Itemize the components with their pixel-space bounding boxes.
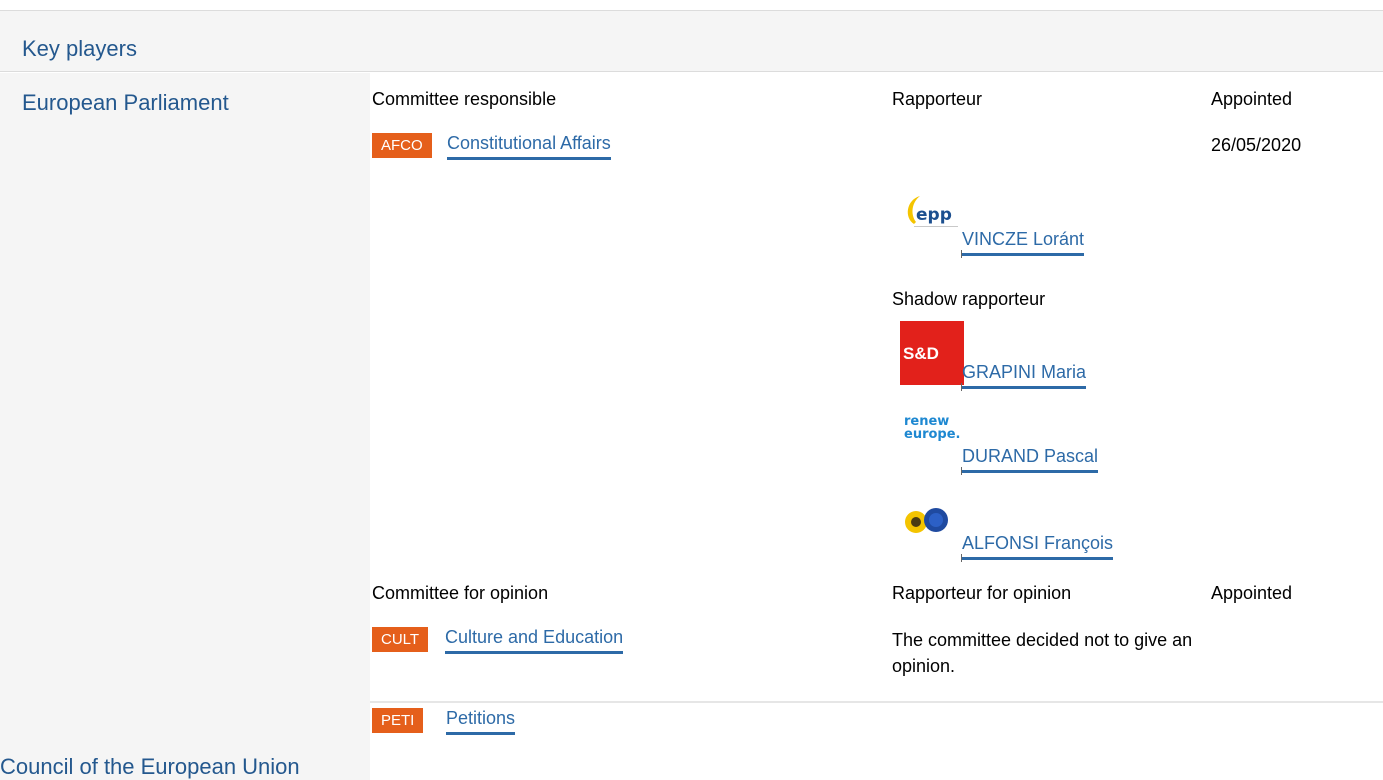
shadow-link-alfonsi[interactable]: ALFONSI François <box>962 533 1114 560</box>
header-committee-responsible: Committee responsible <box>372 89 557 109</box>
committee-link-constitutional-affairs[interactable]: Constitutional Affairs <box>447 133 611 160</box>
key-players-panel: Key players European Parliament Council … <box>0 0 1383 780</box>
institution-council[interactable]: Council of the European Union <box>0 754 300 780</box>
s-and-d-logo-icon: S&D <box>900 321 964 385</box>
committee-badge-cult: CULT <box>372 627 429 652</box>
header-rapporteur: Rapporteur <box>892 89 983 109</box>
greens-efa-logo-icon <box>900 494 964 558</box>
divider <box>370 701 1383 703</box>
committee-badge-afco: AFCO <box>372 133 432 158</box>
header-committee-opinion: Committee for opinion <box>372 583 549 603</box>
shadow-link-durand[interactable]: DURAND Pascal <box>962 446 1099 473</box>
committee-link-culture-education[interactable]: Culture and Education <box>445 627 624 654</box>
institution-column: European Parliament Council of the Europ… <box>0 73 370 780</box>
renew-europe-logo-icon: renew europe. <box>900 405 964 469</box>
appointed-date: 26/05/2020 <box>1211 135 1302 155</box>
header-appointed-opinion: Appointed <box>1211 583 1293 603</box>
institution-european-parliament[interactable]: European Parliament <box>22 90 229 116</box>
svg-text:epp: epp <box>916 205 952 225</box>
committee-link-petitions[interactable]: Petitions <box>446 708 516 735</box>
shadow-rapporteur-label: Shadow rapporteur <box>892 289 1046 309</box>
header-rapporteur-opinion: Rapporteur for opinion <box>892 583 1072 603</box>
shadow-link-grapini[interactable]: GRAPINI Maria <box>962 362 1087 389</box>
section-title: Key players <box>22 36 137 61</box>
epp-logo-icon: epp <box>900 188 964 252</box>
committee-badge-peti: PETI <box>372 708 424 733</box>
rapporteur-link-vincze[interactable]: VINCZE Loránt <box>962 229 1085 256</box>
section-header: Key players <box>0 10 1383 72</box>
opinion-note: The committee decided not to give an opi… <box>892 630 1193 676</box>
header-appointed: Appointed <box>1211 89 1293 109</box>
